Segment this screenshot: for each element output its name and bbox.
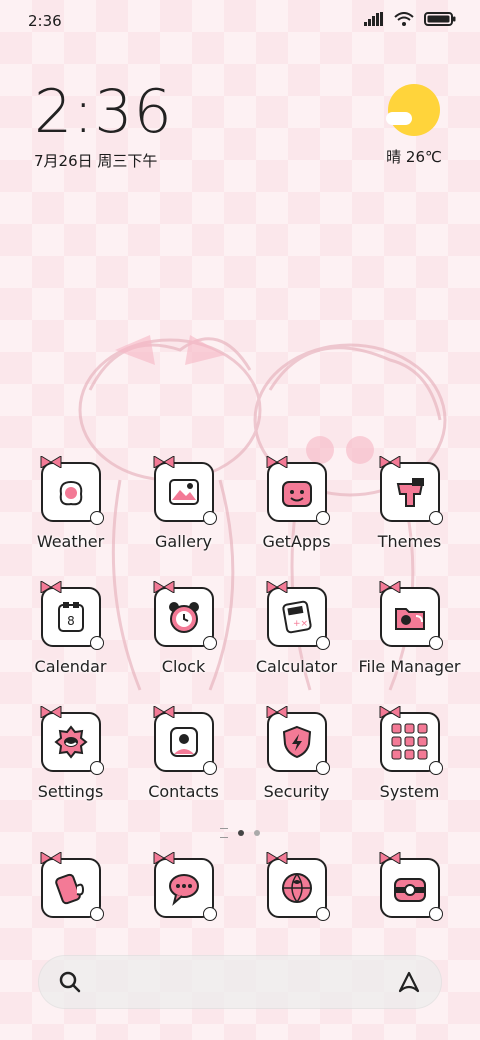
camera-icon: [390, 868, 430, 908]
themes-icon: [390, 472, 430, 512]
getapps-icon: [277, 472, 317, 512]
page-list-icon[interactable]: [220, 828, 228, 838]
calendar-icon: 8: [51, 597, 91, 637]
search-bar[interactable]: [38, 955, 442, 1009]
app-label: Contacts: [148, 782, 219, 801]
app-label: File Manager: [358, 657, 461, 676]
app-calculator[interactable]: +× Calculator: [240, 581, 353, 712]
status-bar: 2:36: [0, 0, 480, 44]
signal-icon: [364, 12, 383, 26]
app-getapps[interactable]: GetApps: [240, 456, 353, 587]
phone-icon: [51, 868, 91, 908]
contacts-icon: [164, 722, 204, 762]
dock-browser[interactable]: [240, 852, 353, 921]
file-manager-icon: [390, 597, 430, 637]
security-icon: [277, 722, 317, 762]
page-indicator: [0, 828, 480, 838]
system-folder-icon: [390, 722, 430, 762]
app-label: GetApps: [262, 532, 331, 551]
clock-time: 2:36: [34, 77, 173, 147]
sun-cloud-icon: [386, 84, 440, 136]
app-label: Clock: [161, 657, 206, 676]
app-calendar[interactable]: 8 Calendar: [14, 581, 127, 712]
app-system-folder[interactable]: System: [353, 706, 466, 837]
app-security[interactable]: Security: [240, 706, 353, 837]
app-settings[interactable]: Settings: [14, 706, 127, 837]
app-clock[interactable]: Clock: [127, 581, 240, 712]
app-themes[interactable]: Themes: [353, 456, 466, 587]
calculator-icon: +×: [277, 597, 317, 637]
clock-icon: [164, 597, 204, 637]
status-time: 2:36: [28, 12, 62, 30]
app-label: Themes: [377, 532, 442, 551]
wifi-icon: [394, 12, 414, 26]
page-dot-current[interactable]: [238, 830, 244, 836]
battery-icon: [424, 12, 456, 26]
assistant-icon[interactable]: [396, 969, 422, 995]
app-label: Settings: [37, 782, 104, 801]
dock-camera[interactable]: [353, 852, 466, 921]
app-weather[interactable]: Weather: [14, 456, 127, 587]
app-gallery[interactable]: Gallery: [127, 456, 240, 587]
app-file-manager[interactable]: File Manager: [353, 581, 466, 712]
settings-icon: [51, 722, 91, 762]
app-label: Security: [263, 782, 330, 801]
page-dot[interactable]: [254, 830, 260, 836]
app-label: Calendar: [34, 657, 107, 676]
dock-messages[interactable]: [127, 852, 240, 921]
app-grid: Weather Gallery GetApps Themes 8 Calenda…: [0, 456, 480, 837]
app-label: System: [379, 782, 440, 801]
messages-icon: [164, 868, 204, 908]
weather-temp: 晴 26℃: [386, 148, 442, 166]
search-icon[interactable]: [58, 970, 82, 994]
gallery-icon: [164, 472, 204, 512]
app-contacts[interactable]: Contacts: [127, 706, 240, 837]
app-label: Calculator: [255, 657, 338, 676]
clock-widget[interactable]: 2:36 7月26日 周三下午: [34, 80, 173, 171]
app-label: Gallery: [155, 532, 212, 551]
svg-text:+×: +×: [293, 619, 308, 629]
weather-icon: [51, 472, 91, 512]
dock-phone[interactable]: [14, 852, 127, 921]
browser-icon: [277, 868, 317, 908]
dock: [14, 852, 466, 921]
calendar-day: 8: [67, 614, 75, 628]
weather-widget[interactable]: 晴 26℃: [384, 84, 444, 167]
app-label: Weather: [36, 532, 105, 551]
clock-date: 7月26日 周三下午: [34, 152, 158, 170]
